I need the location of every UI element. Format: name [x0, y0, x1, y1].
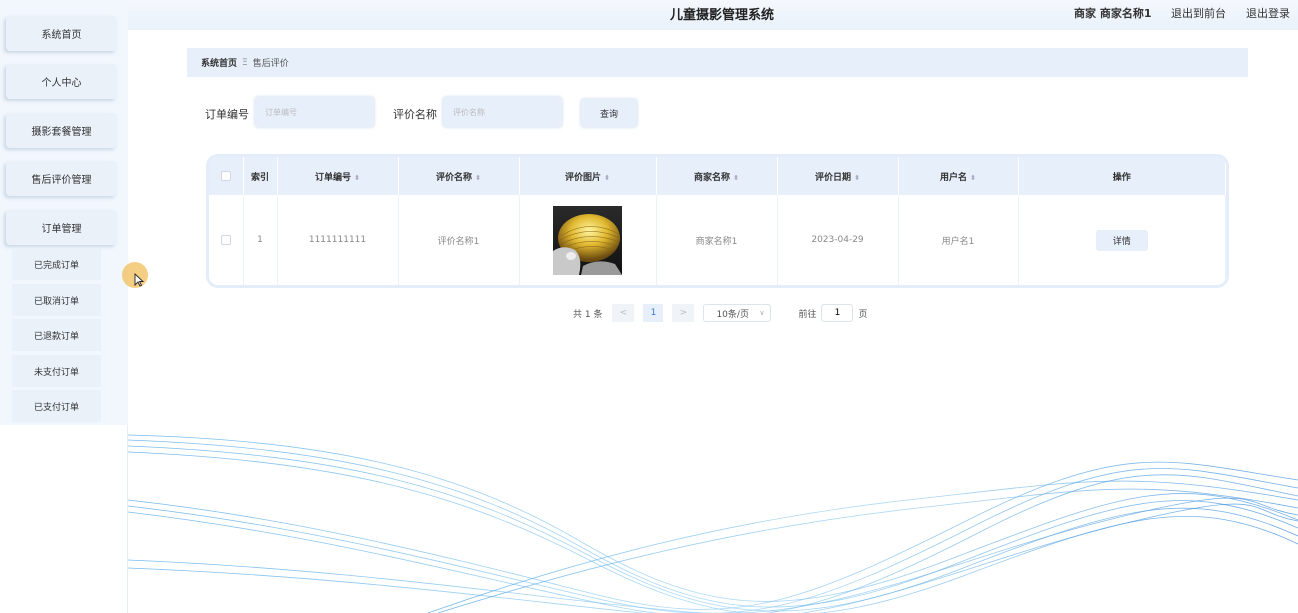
sidebar-item-package-management[interactable]: 摄影套餐管理 — [6, 113, 117, 148]
select-all-checkbox[interactable] — [220, 170, 231, 181]
column-header-username[interactable]: 用户名 ⬍ — [898, 157, 1019, 195]
breadcrumb-current: 售后评价 — [252, 59, 289, 69]
review-table: 索引 订单编号 ⬍ 评价名称 ⬍ 评价图片 ⬍ 商家名称 ⬍ 评价日期 ⬍ 用户名 ⬍ 操作… — [206, 154, 1229, 288]
goto-suffix: 页 — [858, 309, 868, 320]
mouse-cursor-icon — [134, 273, 144, 287]
cell-username: 用户名1 — [898, 195, 1019, 285]
goto-prefix: 前往 — [798, 309, 817, 320]
pagination: 共 1 条 < 1 > 10条/页 ∨ 前往 页 — [573, 303, 867, 323]
sort-icon[interactable]: ⬍ — [733, 174, 739, 182]
breadcrumb-separator: Ξ — [242, 57, 248, 68]
pagination-page-1[interactable]: 1 — [643, 304, 664, 322]
sort-icon[interactable]: ⬍ — [604, 174, 610, 182]
column-header-actions: 操作 — [1018, 157, 1226, 195]
chevron-down-icon: ∨ — [759, 309, 765, 317]
page-size-select[interactable]: 10条/页 ∨ — [703, 304, 772, 322]
cell-review-name: 评价名称1 — [398, 195, 520, 285]
cell-order-number: 1111111111 — [277, 195, 399, 285]
sidebar-subitem-cancelled-orders[interactable]: 已取消订单 — [12, 284, 101, 316]
sidebar-subitem-paid-orders[interactable]: 已支付订单 — [12, 390, 101, 422]
top-header: 儿童摄影管理系统 商家 商家名称1 退出到前台 退出登录 — [128, 0, 1298, 30]
breadcrumb: 系统首页 Ξ 售后评价 — [187, 48, 1248, 77]
review-name-input[interactable] — [443, 97, 562, 127]
breadcrumb-home[interactable]: 系统首页 — [201, 56, 237, 69]
sort-icon[interactable]: ⬍ — [475, 174, 481, 182]
cell-actions: 详情 — [1018, 195, 1226, 285]
sort-icon[interactable]: ⬍ — [354, 174, 360, 182]
sidebar-subitem-completed-orders[interactable]: 已完成订单 — [12, 248, 101, 280]
sidebar: 系统首页 个人中心 摄影套餐管理 售后评价管理 订单管理 已完成订单 已取消订单… — [0, 0, 128, 613]
exit-to-front-link[interactable]: 退出到前台 — [1171, 5, 1226, 21]
pagination-prev-button[interactable]: < — [612, 304, 635, 322]
column-header-merchant-name[interactable]: 商家名称 ⬍ — [656, 157, 778, 195]
table-row: 1 1111111111 评价名称1 商家名称1 2023-04-29 用户名1… — [209, 195, 1226, 285]
review-name-label: 评价名称 — [393, 108, 437, 121]
cell-review-date: 2023-04-29 — [777, 195, 899, 285]
column-header-review-image[interactable]: 评价图片 ⬍ — [519, 157, 657, 195]
pagination-next-button[interactable]: > — [672, 304, 695, 322]
select-all-checkbox-cell[interactable] — [209, 157, 244, 195]
pagination-total: 共 1 条 — [573, 309, 603, 320]
sort-icon[interactable]: ⬍ — [970, 174, 976, 182]
row-checkbox-cell[interactable] — [209, 195, 244, 285]
column-header-index: 索引 — [243, 157, 278, 195]
sidebar-item-home[interactable]: 系统首页 — [6, 16, 117, 51]
sort-icon[interactable]: ⬍ — [854, 174, 860, 182]
user-info: 商家 商家名称1 — [1074, 7, 1152, 20]
cell-review-image — [519, 195, 657, 285]
table-header-row: 索引 订单编号 ⬍ 评价名称 ⬍ 评价图片 ⬍ 商家名称 ⬍ 评价日期 ⬍ 用户名 ⬍ 操作 — [209, 157, 1226, 195]
order-number-input[interactable] — [255, 97, 374, 127]
sidebar-subitem-unpaid-orders[interactable]: 未支付订单 — [12, 355, 101, 387]
sidebar-subitem-refunded-orders[interactable]: 已退款订单 — [12, 319, 101, 351]
sidebar-item-review-management[interactable]: 售后评价管理 — [6, 161, 117, 196]
logout-link[interactable]: 退出登录 — [1246, 5, 1290, 21]
detail-button[interactable]: 详情 — [1095, 229, 1148, 251]
cell-index: 1 — [243, 195, 278, 285]
column-header-review-date[interactable]: 评价日期 ⬍ — [777, 157, 899, 195]
goto-page-input[interactable] — [821, 304, 854, 322]
sidebar-item-personal-center[interactable]: 个人中心 — [6, 64, 117, 99]
column-header-review-name[interactable]: 评价名称 ⬍ — [398, 157, 520, 195]
row-checkbox[interactable] — [220, 234, 231, 245]
sidebar-item-order-management[interactable]: 订单管理 — [6, 210, 117, 245]
column-header-order-number[interactable]: 订单编号 ⬍ — [277, 157, 399, 195]
query-button[interactable]: 查询 — [581, 99, 637, 127]
cell-merchant-name: 商家名称1 — [656, 195, 778, 285]
order-number-label: 订单编号 — [205, 108, 249, 121]
review-image[interactable] — [553, 205, 622, 275]
